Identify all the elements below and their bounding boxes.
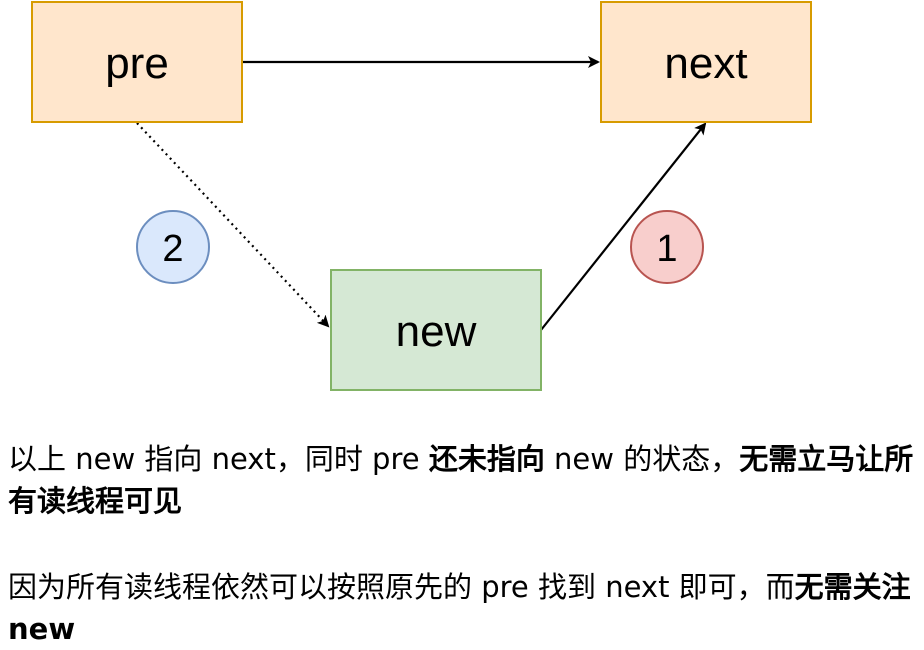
node-next-label: next [664,39,747,88]
caption-reason: 因为所有读线程依然可以按照原先的 pre 找到 next 即可，而无需关注 ne… [8,566,918,650]
caption-1-text-b: new 的状态， [544,442,740,476]
node-pre: pre [31,1,243,123]
caption-1-text-a: 以上 new 指向 next，同时 pre [8,442,429,476]
node-new: new [330,269,542,391]
step-2-label: 2 [162,228,183,270]
step-1-badge: 1 [630,210,704,284]
caption-1-bold-a: 还未指向 [428,442,545,476]
step-2-badge: 2 [136,210,210,284]
caption-2-text-a: 因为所有读线程依然可以按照原先的 pre 找到 next 即可，而 [8,570,795,604]
node-new-label: new [396,307,477,356]
linked-list-insert-diagram: pre next new 2 1 [31,1,812,391]
step-1-label: 1 [656,228,677,270]
node-next: next [600,1,812,123]
node-pre-label: pre [105,39,169,88]
caption-state-description: 以上 new 指向 next，同时 pre 还未指向 new 的状态，无需立马让… [8,438,918,522]
